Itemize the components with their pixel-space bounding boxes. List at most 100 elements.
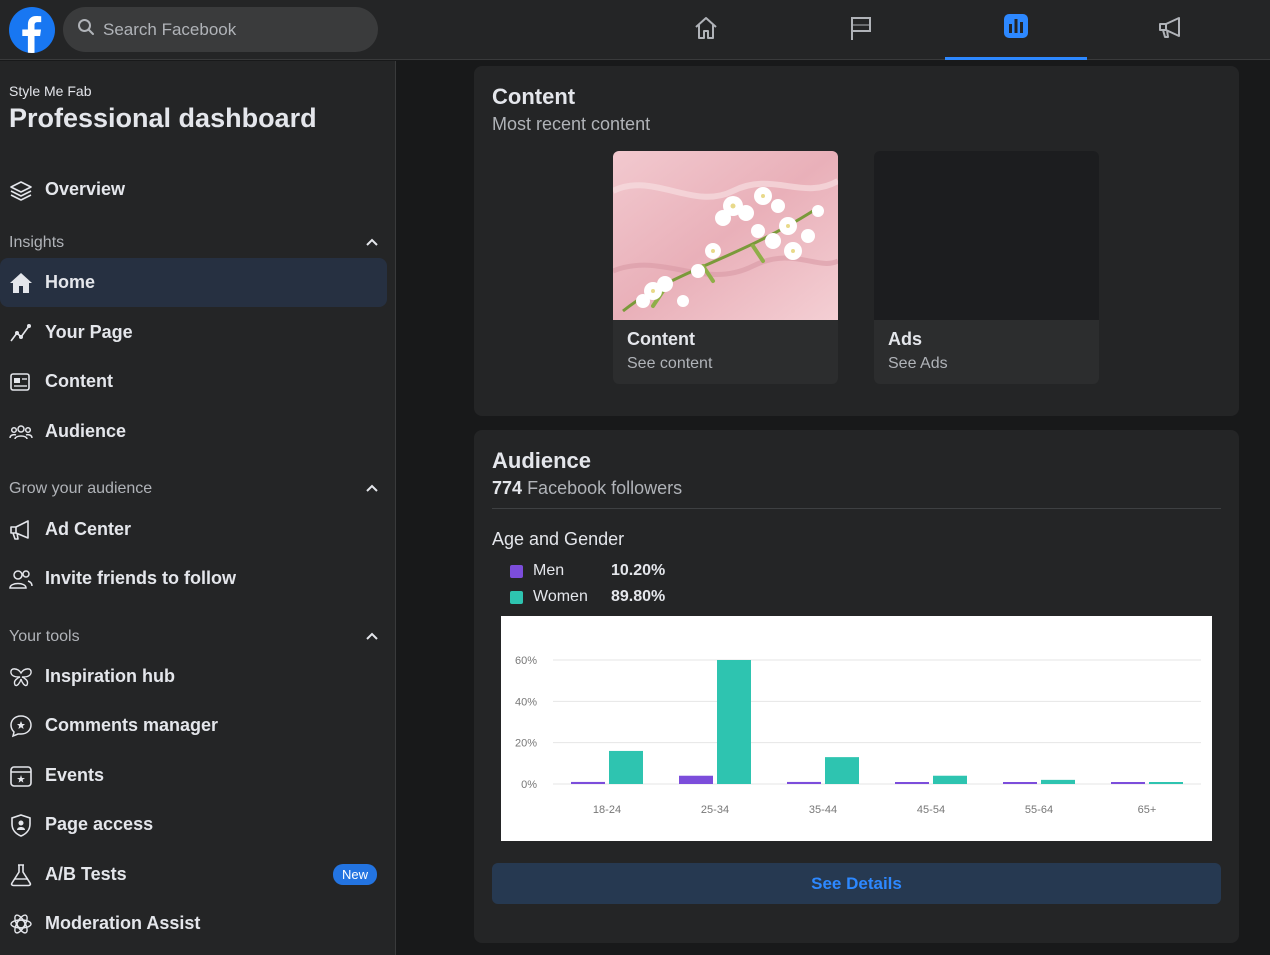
bar-women <box>933 775 967 784</box>
bar-women <box>1149 782 1183 784</box>
bar-men <box>571 781 605 784</box>
sidebar-item-content[interactable]: Content <box>0 357 387 406</box>
ads-thumbnail <box>874 151 1099 320</box>
sidebar-item-label: Audience <box>45 421 127 441</box>
bar-men <box>895 782 929 784</box>
followers-label: Facebook followers <box>527 478 683 498</box>
sidebar-item-invite-friends[interactable]: Invite friends to follow <box>0 554 387 603</box>
y-tick-label: 0% <box>521 779 537 791</box>
sidebar-item-ad-center[interactable]: Ad Center <box>0 505 387 554</box>
followers-line: 774 Facebook followers <box>492 478 682 499</box>
chevron-up-icon <box>365 480 379 498</box>
search-input[interactable] <box>103 19 353 40</box>
men-color-swatch <box>510 564 523 578</box>
section-label: Your tools <box>9 628 80 645</box>
ads-tile[interactable]: Ads See Ads <box>874 151 1099 384</box>
nav-pages-tab[interactable] <box>790 0 932 60</box>
y-tick-label: 40% <box>515 696 537 708</box>
x-tick-label: 65+ <box>1138 804 1157 816</box>
tile-link[interactable]: See content <box>627 355 712 373</box>
chart-svg: 0% 20% 40% 60% 18-24 25-34 35-44 45-54 55-64 65+ <box>515 655 1201 816</box>
sidebar-item-label: Ad Center <box>45 519 132 539</box>
bar-men <box>787 781 821 784</box>
followers-count: 774 <box>492 478 523 498</box>
see-details-button[interactable]: See Details <box>492 863 1221 904</box>
sidebar-item-events[interactable]: Events <box>0 751 387 800</box>
megaphone-icon <box>9 518 33 542</box>
comment-star-icon <box>9 714 33 738</box>
tile-title: Content <box>627 329 695 349</box>
sidebar-item-audience[interactable]: Audience <box>0 407 387 456</box>
bar-women <box>717 660 751 784</box>
tile-link[interactable]: See Ads <box>888 355 948 373</box>
invite-people-icon <box>9 567 33 591</box>
sidebar-item-home[interactable]: Home <box>0 258 387 307</box>
x-tick-label: 35-44 <box>809 804 837 816</box>
sidebar-item-moderation-assist[interactable]: Moderation Assist <box>0 899 387 948</box>
sidebar-item-label: Moderation Assist <box>45 913 201 933</box>
age-gender-title: Age and Gender <box>492 529 625 549</box>
sidebar-item-ab-tests[interactable]: A/B Tests New <box>0 850 387 899</box>
bar-women <box>1041 779 1075 784</box>
sidebar-item-label: Content <box>45 371 113 391</box>
calendar-star-icon <box>9 764 33 788</box>
audience-card: Audience 774 Facebook followers Age and … <box>474 430 1239 943</box>
y-tick-label: 20% <box>515 738 537 750</box>
chevron-up-icon <box>365 628 379 646</box>
sidebar-item-inspiration-hub[interactable]: Inspiration hub <box>0 652 387 701</box>
content-thumbnail-image <box>613 151 838 320</box>
content-card-title: Content <box>492 84 576 109</box>
sidebar: Style Me Fab Professional dashboard Over… <box>0 61 396 955</box>
nav-insights-tab[interactable] <box>945 0 1087 60</box>
x-tick-label: 18-24 <box>593 804 621 816</box>
section-label: Insights <box>9 234 65 251</box>
grow-section-header[interactable]: Grow your audience <box>9 477 379 501</box>
x-tick-label: 25-34 <box>701 804 729 816</box>
sidebar-item-label: Comments manager <box>45 715 219 735</box>
sidebar-item-comments-manager[interactable]: Comments manager <box>0 701 387 750</box>
sidebar-item-label: Events <box>45 765 105 785</box>
search-bar[interactable] <box>63 7 378 52</box>
megaphone-icon <box>1157 14 1185 47</box>
legend-label: Men <box>533 562 565 579</box>
page-title: Professional dashboard <box>9 103 317 133</box>
butterfly-icon <box>9 665 33 689</box>
nav-ads-tab[interactable] <box>1100 0 1242 60</box>
insights-icon <box>1002 12 1030 45</box>
x-tick-label: 55-64 <box>1025 804 1053 816</box>
shield-person-icon <box>9 813 33 837</box>
insights-section-header[interactable]: Insights <box>9 231 379 255</box>
x-tick-label: 45-54 <box>917 804 945 816</box>
legend-value: 10.20% <box>611 562 666 579</box>
tools-section-header[interactable]: Your tools <box>9 625 379 649</box>
content-tile[interactable]: Content See content <box>613 151 838 384</box>
content-icon <box>9 370 33 394</box>
section-label: Grow your audience <box>9 480 153 497</box>
new-badge: New <box>333 864 378 885</box>
content-card-subtitle: Most recent content <box>492 114 651 134</box>
tile-title: Ads <box>888 329 923 349</box>
age-gender-chart: 0% 20% 40% 60% 18-24 25-34 35-44 45-54 55-64 65+ <box>501 616 1212 841</box>
sidebar-item-label: Invite friends to follow <box>45 568 237 588</box>
layers-icon <box>9 178 33 202</box>
audience-card-title: Audience <box>492 448 592 473</box>
top-bar <box>0 0 1270 60</box>
home-filled-icon <box>9 271 33 295</box>
home-icon <box>692 14 720 47</box>
legend-item-men: Men 10.20% <box>510 562 665 580</box>
bar-men <box>1111 782 1145 784</box>
legend-label: Women <box>533 588 588 605</box>
sidebar-item-overview[interactable]: Overview <box>0 165 387 214</box>
sidebar-item-label: Your Page <box>45 322 133 342</box>
sidebar-item-your-page[interactable]: Your Page <box>0 308 387 357</box>
sidebar-item-label: Inspiration hub <box>45 666 175 686</box>
nav-home-tab[interactable] <box>635 0 777 60</box>
flag-icon <box>847 14 875 47</box>
facebook-logo-icon[interactable] <box>9 7 55 53</box>
sidebar-item-page-access[interactable]: Page access <box>0 800 387 849</box>
bar-women <box>825 757 859 784</box>
sidebar-item-label: Page access <box>45 814 154 834</box>
trend-line-icon <box>9 321 33 345</box>
content-card: Content Most recent content Content See … <box>474 66 1239 416</box>
bar-men <box>1003 782 1037 784</box>
